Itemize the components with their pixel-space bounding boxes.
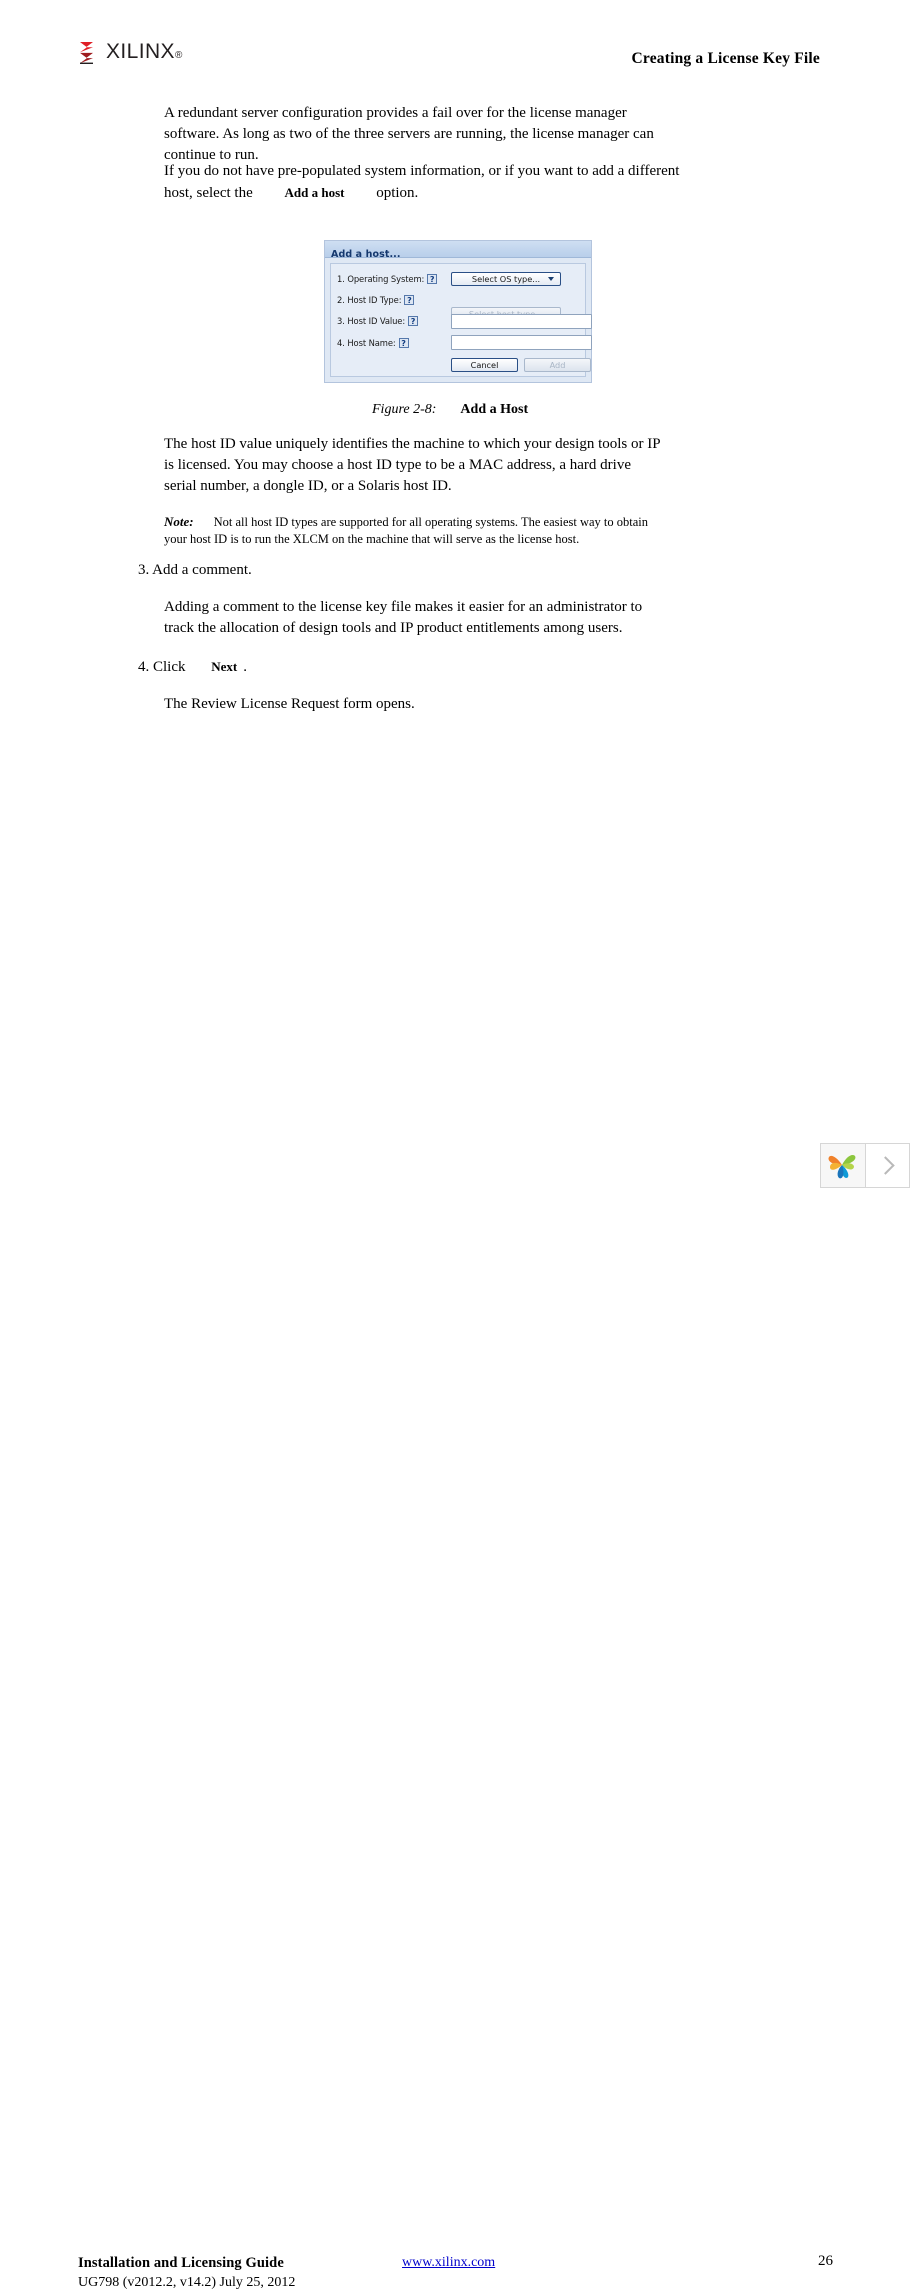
- paragraph-add-host-intro-text2: option.: [376, 185, 419, 201]
- page-footer: Installation and Licensing Guide UG798 (…: [0, 1118, 918, 2290]
- field-row-host-name: 4. Host Name: ?: [337, 334, 409, 352]
- help-icon-host-name[interactable]: ?: [398, 338, 409, 348]
- footer-guide-title: Installation and Licensing Guide: [78, 2255, 284, 2271]
- registered-mark: ®: [174, 50, 183, 61]
- note-text: Not all host ID types are supported for …: [164, 515, 649, 546]
- cancel-button[interactable]: Cancel: [451, 358, 518, 372]
- footer-doc-id: UG798 (v2012.2, v14.2) July 25, 2012: [78, 2275, 296, 2290]
- chevron-down-icon: [548, 277, 554, 281]
- host-name-input[interactable]: [451, 335, 592, 350]
- help-icon-host-id-value[interactable]: ?: [408, 316, 419, 326]
- xilinx-logo: XILINX®: [78, 40, 183, 64]
- xilinx-website-link[interactable]: www.xilinx.com: [402, 2255, 495, 2271]
- figure-caption: Figure 2-8: Add a Host: [372, 402, 528, 418]
- chevron-right-icon: [876, 1156, 895, 1175]
- add-a-host-dialog[interactable]: Add a host... 1. Operating System: ? Sel…: [324, 240, 592, 383]
- paragraph-add-host-intro: If you do not have pre-populated system …: [164, 161, 694, 204]
- dialog-titlebar: Add a host...: [325, 241, 591, 260]
- field-row-host-id-type: 2. Host ID Type: ?: [337, 291, 415, 309]
- step-4-heading: 4. Click Next.: [138, 656, 247, 678]
- page-running-header: Creating a License Key File: [631, 50, 820, 67]
- step-3-body: Adding a comment to the license key file…: [164, 599, 643, 636]
- select-os-type-value: Select OS type...: [471, 274, 541, 284]
- xilinx-sigma-logo-icon: [78, 41, 99, 64]
- xilinx-logo-text: XILINX®: [106, 40, 183, 64]
- step-3-heading: 3. Add a comment.: [138, 562, 252, 578]
- operating-system-label: 1. Operating System:: [337, 274, 425, 284]
- floating-viewer-widget[interactable]: [820, 1143, 910, 1188]
- note-keyword: Note:: [164, 514, 194, 529]
- paragraph-host-id-value: The host ID value uniquely identifies th…: [164, 436, 661, 494]
- step-4-suffix: .: [243, 659, 247, 675]
- paragraph-add-host-intro-text1: If you do not have pre-populated system …: [164, 163, 680, 201]
- host-name-label: 4. Host Name:: [337, 338, 396, 348]
- host-id-value-label: 3. Host ID Value:: [337, 316, 406, 326]
- dialog-title: Add a host...: [331, 249, 401, 260]
- host-id-value-input[interactable]: [451, 314, 592, 329]
- xilinx-wordmark: XILINX: [106, 40, 175, 63]
- step-4-body: The Review License Request form opens.: [164, 696, 415, 712]
- host-id-type-label: 2. Host ID Type:: [337, 295, 402, 305]
- help-icon-host-id-type[interactable]: ?: [404, 295, 415, 305]
- page-header: XILINX® Creating a License Key File: [0, 0, 918, 90]
- paragraph-redundant-server: A redundant server configuration provide…: [164, 105, 654, 163]
- figure-label: Add a Host: [460, 402, 529, 417]
- field-row-host-id-value: 3. Host ID Value: ?: [337, 312, 419, 330]
- select-os-type-dropdown[interactable]: Select OS type...: [451, 272, 561, 286]
- help-icon-operating-system[interactable]: ?: [427, 274, 438, 284]
- next-button-label: Next: [211, 659, 238, 674]
- figure-number: Figure 2-8:: [372, 402, 437, 417]
- field-row-operating-system: 1. Operating System: ?: [337, 270, 438, 288]
- page-number: 26: [818, 2253, 833, 2269]
- note-block: Note: Not all host ID types are supported…: [164, 513, 659, 548]
- next-page-button[interactable]: [866, 1144, 909, 1187]
- dialog-body: 1. Operating System: ? Select OS type...…: [330, 263, 592, 377]
- add-button[interactable]: Add: [524, 358, 591, 372]
- add-a-host-option-label: Add a host: [284, 185, 345, 200]
- step-4-prefix: 4. Click: [138, 659, 186, 675]
- colored-leaf-logo-icon[interactable]: [821, 1144, 866, 1187]
